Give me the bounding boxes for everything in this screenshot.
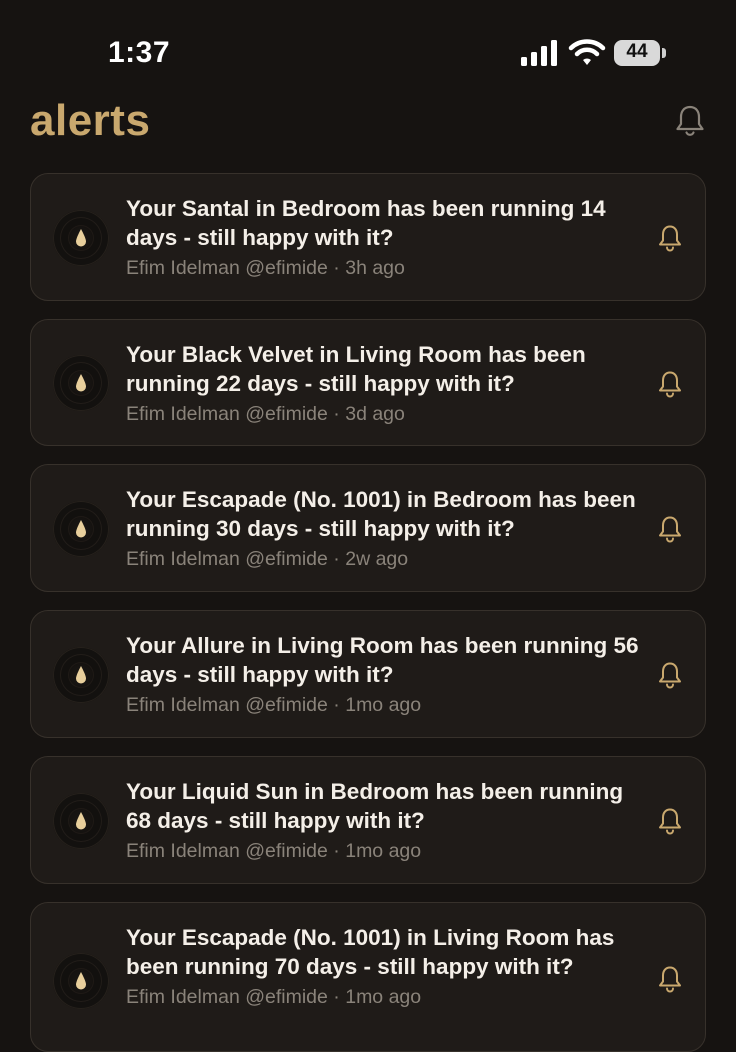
bell-icon[interactable]	[657, 965, 683, 993]
alert-card[interactable]: Your Escapade (No. 1001) in Bedroom has …	[30, 464, 706, 592]
alert-author: Efim Idelman @efimide	[126, 403, 328, 425]
alert-time: 1mo ago	[345, 840, 422, 862]
signal-icon	[521, 40, 557, 66]
alert-meta: Efim Idelman @efimide · 1mo ago	[126, 840, 422, 862]
alert-author: Efim Idelman @efimide	[126, 986, 328, 1008]
alert-message: Your Santal in Bedroom has been running …	[126, 196, 606, 250]
alert-message: Your Liquid Sun in Bedroom has been runn…	[126, 779, 624, 833]
alert-card[interactable]: Your Escapade (No. 1001) in Living Room …	[30, 902, 706, 1052]
battery-icon: 44	[614, 40, 666, 66]
alert-message: Your Escapade (No. 1001) in Living Room …	[126, 925, 615, 979]
alert-meta: Efim Idelman @efimide · 1mo ago	[126, 986, 422, 1008]
drop-icon	[53, 647, 109, 703]
alert-author: Efim Idelman @efimide	[126, 548, 328, 570]
drop-icon	[53, 953, 109, 1009]
alert-time: 3d ago	[345, 403, 405, 425]
alert-card[interactable]: Your Black Velvet in Living Room has bee…	[30, 319, 706, 446]
status-icons: 44	[520, 36, 680, 70]
alert-message: Your Allure in Living Room has been runn…	[126, 633, 639, 687]
alert-meta: Efim Idelman @efimide · 3d ago	[126, 403, 405, 425]
alert-time: 3h ago	[345, 257, 405, 279]
header: alerts	[0, 96, 736, 156]
bell-icon[interactable]	[657, 515, 683, 543]
status-bar: 1:37 44	[0, 0, 736, 100]
alert-time: 1mo ago	[345, 694, 422, 716]
alert-time: 2w ago	[345, 548, 409, 570]
drop-icon	[53, 210, 109, 266]
alert-card[interactable]: Your Liquid Sun in Bedroom has been runn…	[30, 756, 706, 884]
alert-card[interactable]: Your Santal in Bedroom has been running …	[30, 173, 706, 301]
drop-icon	[53, 793, 109, 849]
drop-icon	[53, 501, 109, 557]
bell-icon[interactable]	[657, 661, 683, 689]
status-time: 1:37	[108, 36, 171, 69]
bell-icon[interactable]	[657, 224, 683, 252]
drop-icon	[53, 355, 109, 411]
wifi-icon	[568, 39, 606, 65]
alert-message: Your Escapade (No. 1001) in Bedroom has …	[126, 487, 636, 541]
alert-time: 1mo ago	[345, 986, 422, 1008]
bell-icon[interactable]	[674, 104, 706, 138]
alert-card[interactable]: Your Allure in Living Room has been runn…	[30, 610, 706, 738]
alert-author: Efim Idelman @efimide	[126, 840, 328, 862]
alert-message: Your Black Velvet in Living Room has bee…	[126, 342, 586, 396]
page-title: alerts	[30, 96, 151, 145]
alert-meta: Efim Idelman @efimide · 3h ago	[126, 257, 405, 279]
alert-author: Efim Idelman @efimide	[126, 257, 328, 279]
alert-meta: Efim Idelman @efimide · 1mo ago	[126, 694, 422, 716]
bell-icon[interactable]	[657, 370, 683, 398]
alert-meta: Efim Idelman @efimide · 2w ago	[126, 548, 409, 570]
bell-icon[interactable]	[657, 807, 683, 835]
alert-author: Efim Idelman @efimide	[126, 694, 328, 716]
battery-level: 44	[626, 41, 648, 62]
